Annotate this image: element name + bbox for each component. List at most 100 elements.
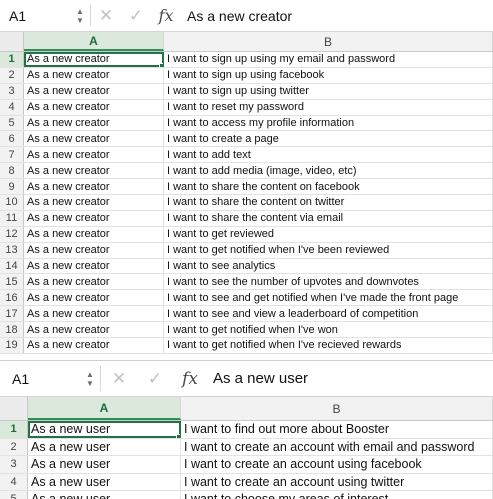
row-header[interactable]: 14 bbox=[0, 258, 24, 274]
select-all-corner[interactable] bbox=[0, 32, 24, 51]
cell-b[interactable]: I want to create an account using facebo… bbox=[181, 456, 493, 473]
cancel-icon[interactable]: ✕ bbox=[101, 369, 137, 389]
cell-a[interactable]: As a new creator bbox=[24, 163, 164, 179]
row-header[interactable]: 11 bbox=[0, 210, 24, 226]
cell-a[interactable]: As a new creator bbox=[24, 210, 164, 226]
cell-b[interactable]: I want to get notified when I've won bbox=[164, 322, 493, 338]
cell-a[interactable]: As a new creator bbox=[24, 306, 164, 322]
confirm-icon[interactable]: ✓ bbox=[121, 6, 151, 26]
cell-a[interactable]: As a new creator bbox=[24, 99, 164, 115]
name-box-stepper[interactable]: ▲ ▼ bbox=[76, 7, 84, 25]
confirm-icon[interactable]: ✓ bbox=[137, 369, 173, 389]
chevron-down-icon[interactable]: ▼ bbox=[76, 16, 84, 25]
cell-b[interactable]: I want to find out more about Booster bbox=[181, 421, 493, 438]
row-header[interactable]: 1 bbox=[0, 421, 28, 438]
cell-b[interactable]: I want to create a page bbox=[164, 131, 493, 147]
cell-a[interactable]: As a new creator bbox=[24, 242, 164, 258]
column-header-a[interactable]: A bbox=[28, 397, 181, 420]
row-header[interactable]: 12 bbox=[0, 226, 24, 242]
cell-a[interactable]: As a new creator bbox=[24, 258, 164, 274]
row-header[interactable]: 16 bbox=[0, 290, 24, 306]
formula-input[interactable]: As a new user bbox=[207, 370, 308, 387]
cell-a[interactable]: As a new user bbox=[28, 456, 181, 473]
row-header[interactable]: 18 bbox=[0, 322, 24, 338]
chevron-up-icon[interactable]: ▲ bbox=[86, 370, 94, 379]
cell-a[interactable]: As a new creator bbox=[24, 195, 164, 210]
name-box[interactable]: A1 ▲ ▼ bbox=[0, 0, 90, 31]
row-header[interactable]: 13 bbox=[0, 242, 24, 258]
selected-cell-a[interactable]: As a new user bbox=[28, 421, 181, 438]
cell-b[interactable]: I want to add media (image, video, etc) bbox=[164, 163, 493, 179]
formula-input[interactable]: As a new creator bbox=[181, 8, 292, 24]
fill-handle[interactable] bbox=[176, 433, 180, 438]
chevron-up-icon[interactable]: ▲ bbox=[76, 7, 84, 16]
cell-b[interactable]: I want to sign up using my email and pas… bbox=[164, 52, 493, 67]
cell-b[interactable]: I want to see the number of upvotes and … bbox=[164, 274, 493, 290]
cell-b[interactable]: I want to create an account with email a… bbox=[181, 438, 493, 455]
selected-cell-a[interactable]: As a new creator bbox=[24, 52, 164, 67]
cell-a[interactable]: As a new creator bbox=[24, 83, 164, 99]
row-header[interactable]: 15 bbox=[0, 274, 24, 290]
cell-text: As a new creator bbox=[27, 53, 110, 66]
cell-text: As a new creator bbox=[27, 132, 110, 145]
cell-a[interactable]: As a new creator bbox=[24, 322, 164, 338]
select-all-corner[interactable] bbox=[0, 397, 28, 420]
cell-b[interactable]: I want to see and get notified when I've… bbox=[164, 290, 493, 306]
cell-b[interactable]: I want to share the content on twitter bbox=[164, 195, 493, 210]
cell-a[interactable]: As a new creator bbox=[24, 67, 164, 83]
chevron-down-icon[interactable]: ▼ bbox=[86, 379, 94, 388]
name-box-stepper[interactable]: ▲ ▼ bbox=[86, 370, 94, 388]
name-box[interactable]: A1 ▲ ▼ bbox=[0, 361, 100, 396]
cell-b[interactable]: I want to get notified when I've been re… bbox=[164, 242, 493, 258]
table-row: 6 As a new creator I want to create a page bbox=[0, 131, 493, 148]
cell-b[interactable]: I want to see analytics bbox=[164, 258, 493, 274]
row-header[interactable]: 10 bbox=[0, 195, 24, 210]
cell-a[interactable]: As a new creator bbox=[24, 115, 164, 131]
cell-a[interactable]: As a new user bbox=[28, 438, 181, 455]
function-icon[interactable]: fx bbox=[151, 6, 181, 25]
cell-a[interactable]: As a new creator bbox=[24, 179, 164, 195]
cell-a[interactable]: As a new creator bbox=[24, 290, 164, 306]
spreadsheet-window-user: A1 ▲ ▼ ✕ ✓ fx As a new user A B 1 As a ne… bbox=[0, 360, 493, 499]
cell-b[interactable]: I want to sign up using twitter bbox=[164, 83, 493, 99]
row-header[interactable]: 17 bbox=[0, 306, 24, 322]
cancel-icon[interactable]: ✕ bbox=[91, 6, 121, 26]
cell-a[interactable]: As a new user bbox=[28, 473, 181, 490]
cell-text: As a new creator bbox=[27, 164, 110, 177]
cell-b[interactable]: I want to sign up using facebook bbox=[164, 67, 493, 83]
column-header-a[interactable]: A bbox=[24, 32, 164, 51]
row-header[interactable]: 7 bbox=[0, 147, 24, 163]
row-header[interactable]: 4 bbox=[0, 473, 28, 490]
cell-a[interactable]: As a new creator bbox=[24, 226, 164, 242]
row-header[interactable]: 6 bbox=[0, 131, 24, 147]
cell-b[interactable]: I want to share the content via email bbox=[164, 210, 493, 226]
cell-b[interactable]: I want to create an account using twitte… bbox=[181, 473, 493, 490]
cell-b[interactable]: I want to access my profile information bbox=[164, 115, 493, 131]
column-header-b[interactable]: B bbox=[164, 32, 493, 51]
cell-a[interactable]: As a new creator bbox=[24, 131, 164, 147]
cell-b[interactable]: I want to reset my password bbox=[164, 99, 493, 115]
row-header[interactable]: 5 bbox=[0, 115, 24, 131]
row-header[interactable]: 3 bbox=[0, 456, 28, 473]
cell-b[interactable]: I want to get notified when I've recieve… bbox=[164, 338, 493, 353]
row-header[interactable]: 1 bbox=[0, 52, 24, 67]
function-icon[interactable]: fx bbox=[173, 369, 207, 389]
cell-b[interactable]: I want to see and view a leaderboard of … bbox=[164, 306, 493, 322]
row-header[interactable]: 4 bbox=[0, 99, 24, 115]
cell-a[interactable]: As a new creator bbox=[24, 274, 164, 290]
cell-text: I want to see and get notified when I've… bbox=[167, 291, 459, 304]
cell-a[interactable]: As a new creator bbox=[24, 147, 164, 163]
row-header[interactable]: 2 bbox=[0, 67, 24, 83]
row-header[interactable]: 8 bbox=[0, 163, 24, 179]
row-header[interactable]: 9 bbox=[0, 179, 24, 195]
row-header[interactable]: 2 bbox=[0, 438, 28, 455]
row-header[interactable]: 3 bbox=[0, 83, 24, 99]
table-row: 16 As a new creator I want to see and get … bbox=[0, 290, 493, 307]
row-header[interactable]: 19 bbox=[0, 338, 24, 353]
cell-b[interactable]: I want to add text bbox=[164, 147, 493, 163]
cell-a[interactable]: As a new creator bbox=[24, 338, 164, 353]
cell-b[interactable]: I want to get reviewed bbox=[164, 226, 493, 242]
column-header-b[interactable]: B bbox=[181, 397, 493, 420]
fill-handle[interactable] bbox=[159, 62, 163, 67]
cell-b[interactable]: I want to share the content on facebook bbox=[164, 179, 493, 195]
